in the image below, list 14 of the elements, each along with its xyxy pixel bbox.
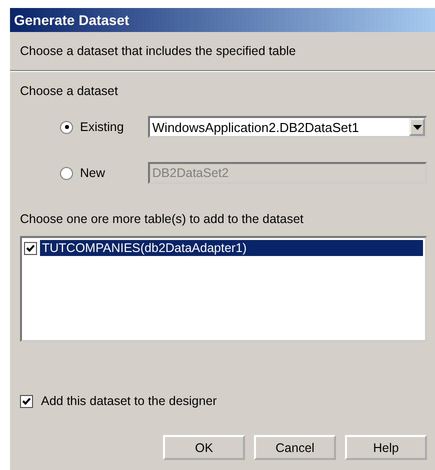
section-label: Choose one ore more table(s) to add to the dataset <box>20 212 305 226</box>
checkbox[interactable] <box>20 394 33 408</box>
dialog-button[interactable]: Cancel <box>254 435 336 460</box>
header-text: Choose a dataset that includes the specified table <box>20 44 296 58</box>
dialog-button[interactable]: OK <box>163 435 245 460</box>
list-item[interactable]: TUTCOMPANIES(db2DataAdapter1) <box>40 240 423 256</box>
window-title: Generate Dataset <box>14 12 130 28</box>
dataset-dropdown[interactable]: WindowsApplication2.DB2DataSet1 <box>148 116 427 138</box>
checkbox[interactable] <box>24 242 37 254</box>
section-label: Choose a dataset <box>20 84 119 98</box>
dialog-button[interactable]: Help <box>345 435 427 460</box>
radio-circle[interactable] <box>60 120 73 134</box>
radio-button[interactable]: Existing <box>20 120 148 134</box>
checkbox-label: Add this dataset to the designer <box>41 394 217 408</box>
